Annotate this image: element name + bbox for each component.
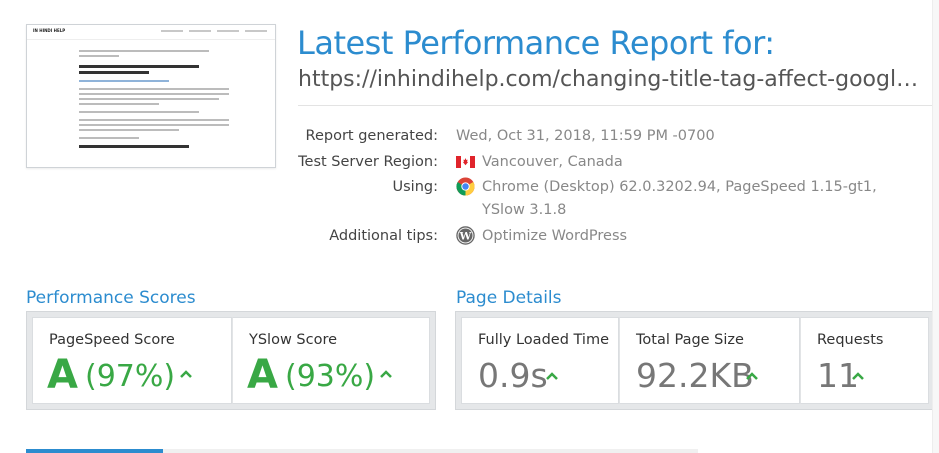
thumbnail-body [79, 47, 229, 151]
requests-card: Requests 11 [800, 317, 929, 404]
requests-label: Requests [817, 332, 884, 348]
report-url[interactable]: https://inhindihelp.com/changing-title-t… [298, 67, 930, 92]
server-region-label: Test Server Region: [298, 154, 438, 170]
yslow-grade: A [247, 352, 278, 398]
pagespeed-score-label: PageSpeed Score [49, 332, 175, 348]
chrome-icon [456, 177, 475, 196]
yslow-score-label: YSlow Score [249, 332, 338, 348]
trend-up-icon [746, 372, 758, 380]
canada-flag-icon [456, 156, 475, 168]
additional-tips-value[interactable]: W Optimize WordPress [456, 226, 627, 247]
page-screenshot-thumbnail: IN HINDI HELP [26, 24, 276, 168]
scrollbar-track[interactable] [932, 0, 939, 453]
trend-up-icon [380, 370, 392, 378]
performance-scores-title: Performance Scores [26, 288, 196, 308]
performance-scores-panel: PageSpeed Score A (97%) YSlow Score A (9… [26, 311, 436, 410]
yslow-score-card: YSlow Score A (93%) [232, 317, 430, 404]
svg-text:W: W [459, 230, 472, 242]
thumbnail-site-name: IN HINDI HELP [33, 28, 66, 33]
page-details-title: Page Details [456, 288, 562, 308]
wordpress-icon: W [456, 226, 475, 245]
total-page-size-value: 92.2KB [636, 356, 754, 395]
using-value: Chrome (Desktop) 62.0.3202.94, PageSpeed… [456, 177, 877, 221]
trend-up-icon [180, 370, 192, 378]
additional-tips-label: Additional tips: [329, 228, 438, 244]
fully-loaded-time-card: Fully Loaded Time 0.9s [461, 317, 619, 404]
report-generated-label: Report generated: [305, 128, 438, 144]
trend-up-icon [546, 372, 558, 380]
tab-active-indicator[interactable] [26, 449, 163, 453]
total-page-size-label: Total Page Size [636, 332, 744, 348]
thumbnail-header: IN HINDI HELP [27, 25, 275, 40]
fully-loaded-time-label: Fully Loaded Time [478, 332, 609, 348]
divider [298, 105, 939, 106]
report-generated-value: Wed, Oct 31, 2018, 11:59 PM -0700 [456, 128, 715, 144]
trend-up-icon [852, 372, 864, 380]
total-page-size-card: Total Page Size 92.2KB [619, 317, 800, 404]
using-label: Using: [392, 179, 438, 195]
yslow-percent: (93%) [285, 359, 376, 394]
pagespeed-score-card: PageSpeed Score A (97%) [32, 317, 232, 404]
pagespeed-grade: A [47, 352, 78, 398]
fully-loaded-time-value: 0.9s [478, 356, 548, 395]
using-text: Chrome (Desktop) 62.0.3202.94, PageSpeed… [482, 179, 877, 218]
page-details-panel: Fully Loaded Time 0.9s Total Page Size 9… [455, 311, 935, 410]
thumbnail-nav [161, 30, 267, 32]
report-title: Latest Performance Report for: [297, 24, 775, 62]
server-region-value: Vancouver, Canada [456, 152, 623, 173]
pagespeed-percent: (97%) [85, 359, 176, 394]
